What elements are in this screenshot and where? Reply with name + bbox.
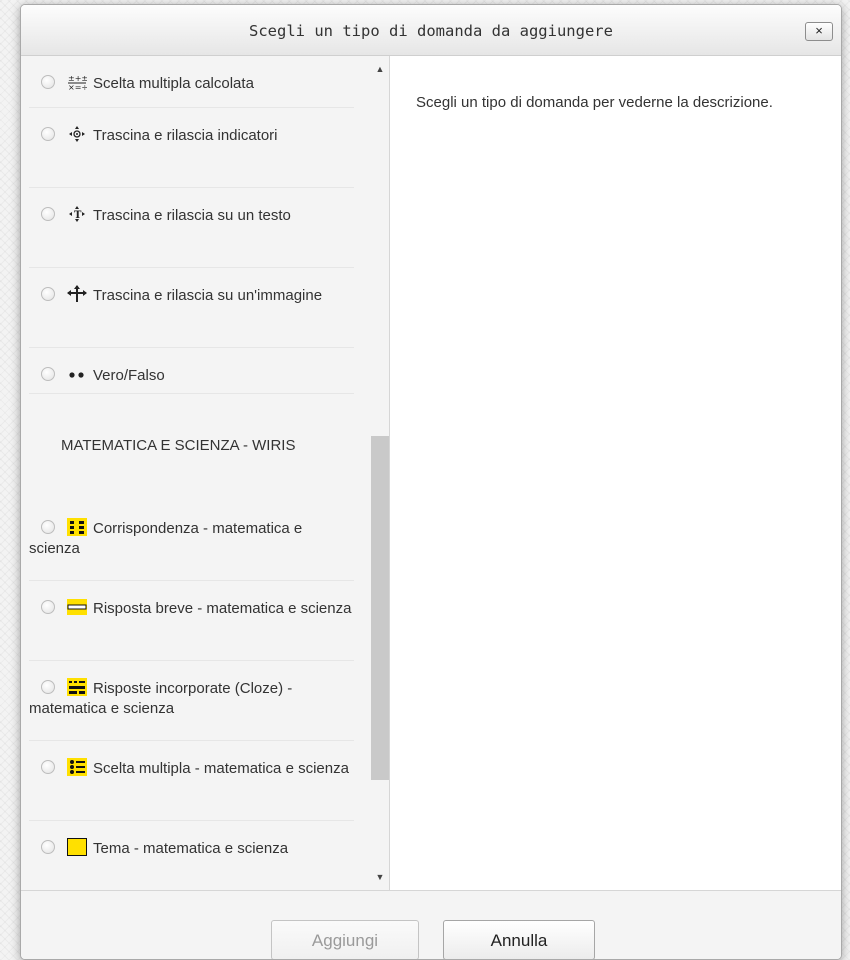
radio-button[interactable] <box>41 75 55 89</box>
question-option-label: Trascina e rilascia su un'immagine <box>93 287 323 304</box>
svg-text:±+±: ±+± <box>68 74 87 83</box>
question-chooser-dialog: Scegli un tipo di domanda da aggiungere … <box>20 4 842 960</box>
radio-button[interactable] <box>41 680 55 694</box>
dialog-title: Scegli un tipo di domanda da aggiungere <box>249 22 613 40</box>
true-false-icon <box>67 365 87 383</box>
wiris-match-icon <box>67 518 87 536</box>
question-option-drag-drop-markers[interactable]: Trascina e rilascia indicatori <box>29 108 354 188</box>
question-option-wiris-shortanswer[interactable]: Risposta breve - matematica e scienza <box>29 581 354 661</box>
scroll-down-arrow-icon[interactable]: ▼ <box>371 868 389 886</box>
radio-button[interactable] <box>41 287 55 301</box>
question-option-wiris-cloze[interactable]: Risposte incorporate (Cloze) - matematic… <box>29 661 354 741</box>
question-option-wiris-match[interactable]: Corrispondenza - matematica e scienza <box>29 501 354 581</box>
radio-button[interactable] <box>41 600 55 614</box>
cancel-button[interactable]: Annulla <box>443 920 595 959</box>
drag-drop-image-icon <box>67 285 87 303</box>
close-button[interactable]: × <box>805 22 833 41</box>
drag-drop-text-icon: T <box>67 205 87 223</box>
question-option-true-false[interactable]: Vero/Falso <box>29 348 354 394</box>
question-option-drag-drop-image[interactable]: Trascina e rilascia su un'immagine <box>29 268 354 348</box>
wiris-cloze-icon <box>67 678 87 696</box>
question-type-list[interactable]: ±+± ×=÷ Scelta multipla calcolata Trascin… <box>21 56 389 890</box>
description-panel: Scegli un tipo di domanda per vederne la… <box>389 56 841 890</box>
dialog-titlebar: Scegli un tipo di domanda da aggiungere … <box>21 5 841 56</box>
radio-button[interactable] <box>41 367 55 381</box>
question-option-label: Risposta breve - matematica e scienza <box>93 600 352 617</box>
question-option-label: Scelta multipla - matematica e scienza <box>93 760 349 777</box>
question-option-label: Tema - matematica e scienza <box>93 840 289 857</box>
question-option-label: Trascina e rilascia su un testo <box>93 207 291 224</box>
question-option-label: Vero/Falso <box>93 367 165 384</box>
scroll-up-arrow-icon[interactable]: ▲ <box>371 60 389 78</box>
question-option-wiris-essay[interactable]: Tema - matematica e scienza <box>29 821 354 890</box>
wiris-essay-icon <box>67 838 87 856</box>
category-heading: MATEMATICA E SCIENZA - WIRIS <box>61 437 296 454</box>
question-option-drag-drop-text[interactable]: T Trascina e rilascia su un testo <box>29 188 354 268</box>
question-option-label: Trascina e rilascia indicatori <box>93 127 278 144</box>
radio-button[interactable] <box>41 760 55 774</box>
radio-button[interactable] <box>41 520 55 534</box>
calculated-multichoice-icon: ±+± ×=÷ <box>67 73 88 92</box>
scrollbar-thumb[interactable] <box>371 436 389 780</box>
close-icon: × <box>815 23 823 38</box>
radio-button[interactable] <box>41 207 55 221</box>
dialog-footer: Aggiungi Annulla <box>21 890 841 959</box>
scrollbar[interactable]: ▲ ▼ <box>371 56 389 890</box>
wiris-shortanswer-icon <box>67 598 87 616</box>
question-option-calculated-multichoice[interactable]: ±+± ×=÷ Scelta multipla calcolata <box>29 56 354 108</box>
question-option-wiris-multichoice[interactable]: Scelta multipla - matematica e scienza <box>29 741 354 821</box>
drag-drop-markers-icon <box>67 125 87 143</box>
wiris-multichoice-icon <box>67 758 87 776</box>
radio-button[interactable] <box>41 127 55 141</box>
question-option-label: Scelta multipla calcolata <box>93 75 254 92</box>
svg-text:T: T <box>74 210 82 221</box>
question-type-description: Scegli un tipo di domanda per vederne la… <box>416 94 773 111</box>
radio-button[interactable] <box>41 840 55 854</box>
svg-text:×=÷: ×=÷ <box>68 83 87 91</box>
add-button[interactable]: Aggiungi <box>271 920 419 959</box>
